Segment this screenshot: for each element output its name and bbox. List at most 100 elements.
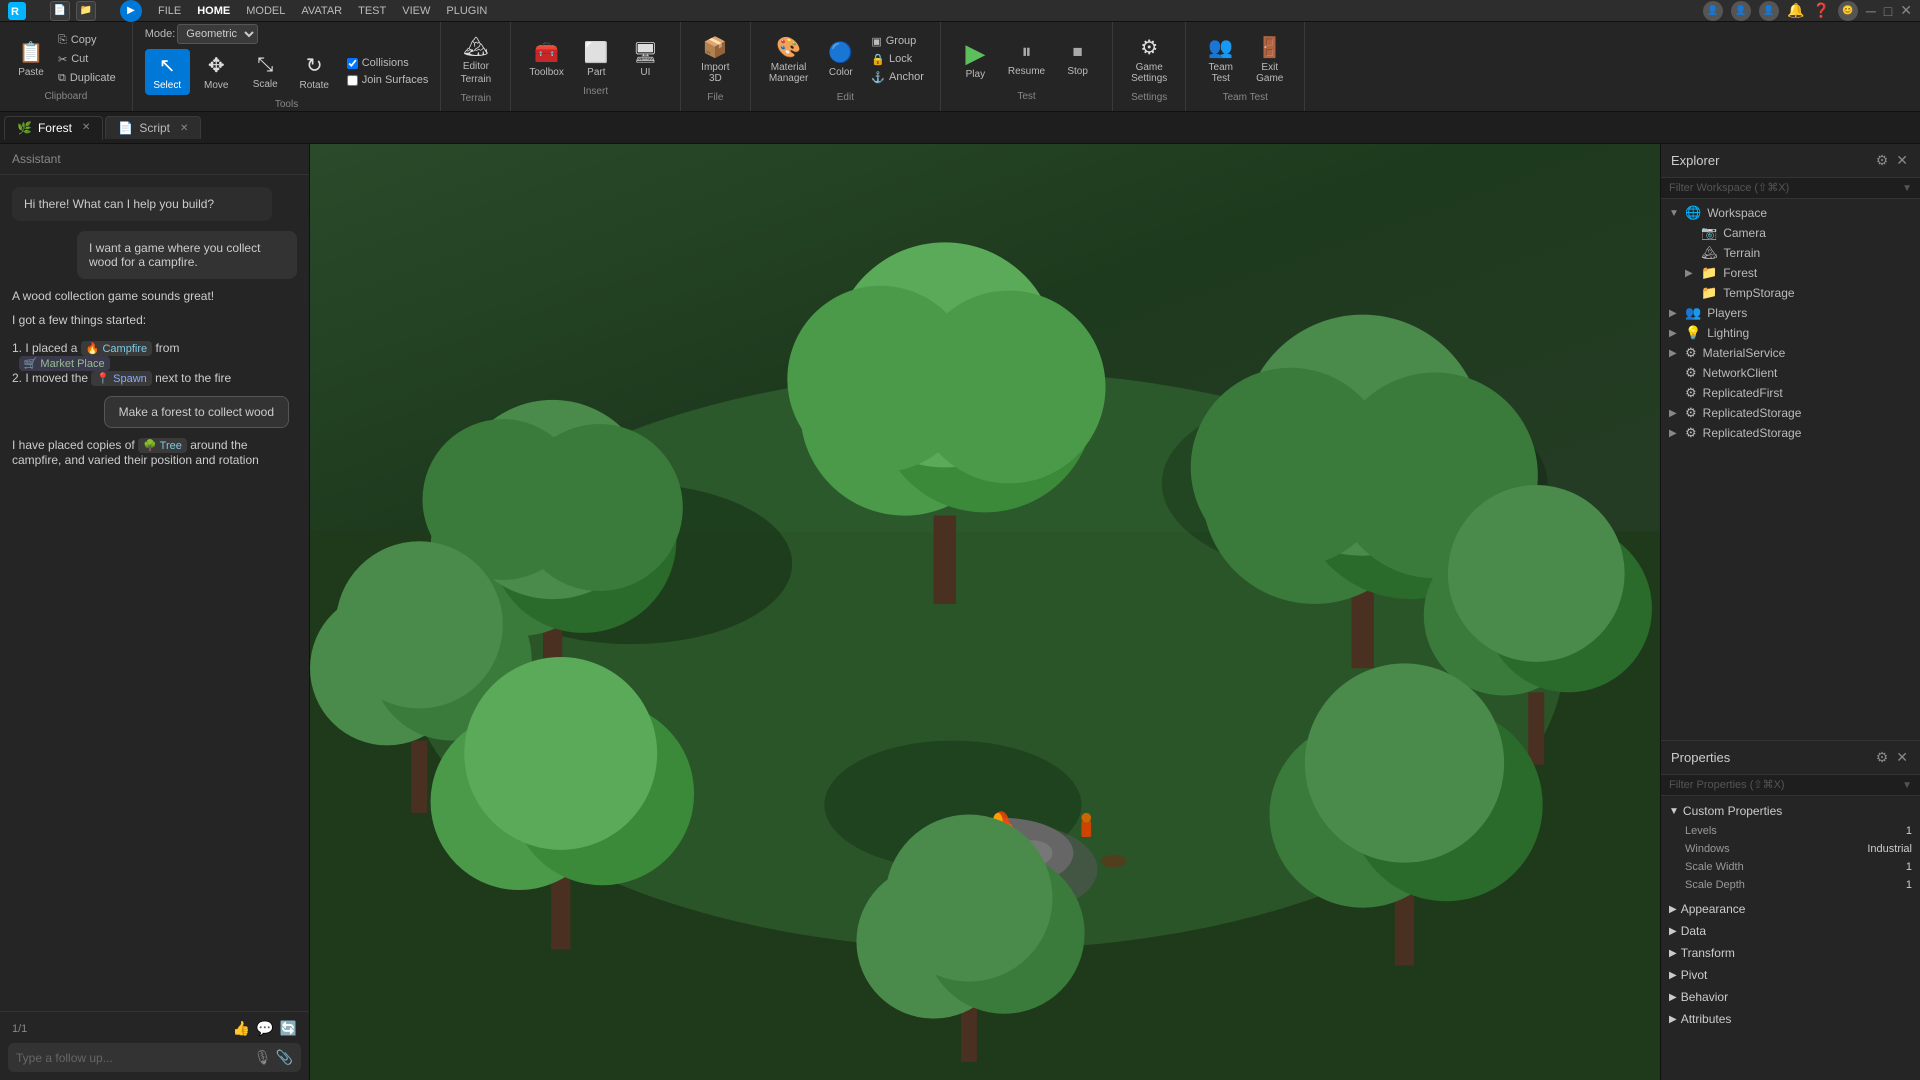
select-button[interactable]: ↖ Select — [145, 49, 190, 95]
clipboard-small-buttons: ⎘ Copy ✂ Cut ⧉ Duplicate — [54, 32, 120, 87]
thumbs-up-button[interactable]: 👍 — [233, 1020, 250, 1037]
prop-windows-val[interactable]: Industrial — [1832, 843, 1912, 855]
tree-forest[interactable]: ▶ 📁 Forest — [1661, 263, 1920, 283]
menu-plugin[interactable]: PLUGIN — [446, 5, 487, 17]
tree-replicatedfirst[interactable]: ⚙ ReplicatedFirst — [1661, 383, 1920, 403]
part-button[interactable]: ⬜ Part — [574, 36, 619, 82]
color-button[interactable]: 🔵 Color — [818, 36, 863, 82]
tree-tag[interactable]: 🌳 Tree — [138, 438, 187, 453]
tree-networkclient[interactable]: ⚙ NetworkClient — [1661, 363, 1920, 383]
suggestion-button[interactable]: Make a forest to collect wood — [104, 396, 289, 428]
properties-close-icon[interactable]: ✕ — [1894, 747, 1910, 768]
group-button[interactable]: ▣ Group — [867, 33, 928, 50]
footer-controls: 1/1 👍 💬 🔄 — [8, 1020, 301, 1037]
explorer-close-icon[interactable]: ✕ — [1894, 150, 1910, 171]
anchor-button[interactable]: ⚓ Anchor — [867, 69, 928, 86]
pivot-section-header[interactable]: ▶ Pivot — [1661, 964, 1920, 986]
play-button[interactable]: ▶ Play — [953, 32, 998, 87]
tree-players[interactable]: ▶ 👥 Players — [1661, 303, 1920, 323]
ui-button[interactable]: 🖥 UI — [623, 36, 668, 82]
prop-windows-row: Windows Industrial — [1661, 840, 1920, 858]
folder-icon[interactable]: 📁 — [76, 1, 96, 21]
help-icon[interactable]: ❓ — [1812, 2, 1829, 19]
viewport[interactable] — [310, 144, 1660, 1080]
appearance-section-header[interactable]: ▶ Appearance — [1661, 898, 1920, 920]
tree-terrain[interactable]: 🏔 Terrain — [1661, 243, 1920, 263]
team-test-button[interactable]: 👥 Team Test — [1198, 31, 1243, 88]
tree-workspace[interactable]: ▼ 🌐 Workspace — [1661, 203, 1920, 223]
menu-file[interactable]: FILE — [158, 5, 181, 17]
menu-model[interactable]: MODEL — [246, 5, 285, 17]
campfire-tag[interactable]: 🔥 Campfire — [81, 341, 152, 356]
menu-avatar[interactable]: AVATAR — [301, 5, 342, 17]
comment-button[interactable]: 💬 — [256, 1020, 273, 1037]
tree-replicatedstorage1[interactable]: ▶ ⚙ ReplicatedStorage — [1661, 403, 1920, 423]
tree-materialservice[interactable]: ▶ ⚙ MaterialService — [1661, 343, 1920, 363]
prop-scalewidth-val[interactable]: 1 — [1832, 861, 1912, 873]
custom-properties-header[interactable]: ▼ Custom Properties — [1661, 800, 1920, 822]
stop-button[interactable]: ⏹ Stop — [1055, 37, 1100, 81]
collisions-checkbox-row[interactable]: Collisions — [347, 55, 429, 71]
marketplace-tag[interactable]: 🛒 Market Place — [19, 356, 110, 371]
tree-tempstorage[interactable]: 📁 TempStorage — [1661, 283, 1920, 303]
window-maximize-icon[interactable]: □ — [1884, 3, 1892, 19]
cut-button[interactable]: ✂ Cut — [54, 51, 120, 68]
copy-button[interactable]: ⎘ Copy — [54, 32, 120, 49]
user-avatar-1[interactable]: 👤 — [1703, 1, 1723, 21]
move-icon: ✥ — [208, 53, 225, 78]
properties-settings-icon[interactable]: ⚙ — [1874, 747, 1891, 768]
menu-home[interactable]: HOME — [197, 5, 230, 17]
behavior-section-header[interactable]: ▶ Behavior — [1661, 986, 1920, 1008]
menu-test[interactable]: TEST — [358, 5, 386, 17]
user-avatar-2[interactable]: 👤 — [1731, 1, 1751, 21]
mic-icon[interactable]: 🎙 — [254, 1049, 272, 1066]
exit-game-button[interactable]: 🚪 Exit Game — [1247, 31, 1292, 88]
replicatedfirst-tree-label: ReplicatedFirst — [1703, 386, 1783, 400]
mode-select[interactable]: Geometric — [177, 24, 258, 44]
user-avatar-3[interactable]: 👤 — [1759, 1, 1779, 21]
prop-scaledepth-val[interactable]: 1 — [1832, 879, 1912, 891]
new-file-icon[interactable]: 📄 — [50, 1, 70, 21]
game-settings-button[interactable]: ⚙ Game Settings — [1125, 31, 1173, 88]
file-label: File — [707, 92, 723, 103]
data-section-header[interactable]: ▶ Data — [1661, 920, 1920, 942]
tab-forest[interactable]: 🌿 Forest ✕ — [4, 116, 103, 140]
join-surfaces-checkbox[interactable] — [347, 75, 358, 86]
lock-button[interactable]: 🔒 Lock — [867, 51, 928, 68]
resume-button[interactable]: ⏸ Resume — [1002, 37, 1051, 81]
window-minimize-icon[interactable]: ─ — [1866, 3, 1876, 19]
run-btn[interactable]: ▶ — [120, 0, 142, 22]
notifications-icon[interactable]: 🔔 — [1787, 2, 1804, 19]
attributes-section-header[interactable]: ▶ Attributes — [1661, 1008, 1920, 1030]
scale-button[interactable]: ⤡ Scale — [243, 50, 288, 94]
import3d-button[interactable]: 📦 Import 3D — [693, 31, 738, 88]
current-user-avatar[interactable]: 😊 — [1838, 1, 1858, 21]
tab-forest-close[interactable]: ✕ — [82, 122, 90, 133]
properties-filter-input[interactable] — [1669, 779, 1902, 791]
attachment-icon[interactable]: 📎 — [276, 1049, 293, 1066]
spawn-tag[interactable]: 📍 Spawn — [91, 371, 151, 386]
window-close-icon[interactable]: ✕ — [1900, 2, 1912, 19]
tree-lighting[interactable]: ▶ 💡 Lighting — [1661, 323, 1920, 343]
chat-input[interactable] — [16, 1051, 248, 1065]
collisions-checkbox[interactable] — [347, 58, 358, 69]
terrain-tree-label: Terrain — [1724, 246, 1761, 260]
paste-button[interactable]: 📋 Paste — [12, 36, 50, 82]
rotate-button[interactable]: ↻ Rotate — [292, 49, 337, 95]
explorer-settings-icon[interactable]: ⚙ — [1874, 150, 1891, 171]
move-button[interactable]: ✥ Move — [194, 49, 239, 95]
tree-replicatedstorage2[interactable]: ▶ ⚙ ReplicatedStorage — [1661, 423, 1920, 443]
tab-script-close[interactable]: ✕ — [180, 123, 188, 134]
transform-section-header[interactable]: ▶ Transform — [1661, 942, 1920, 964]
explorer-filter-input[interactable] — [1669, 182, 1902, 194]
join-surfaces-checkbox-row[interactable]: Join Surfaces — [347, 72, 429, 88]
editor-terrain-button[interactable]: 🏔 Editor Terrain — [453, 30, 498, 89]
prop-levels-val[interactable]: 1 — [1832, 825, 1912, 837]
duplicate-button[interactable]: ⧉ Duplicate — [54, 70, 120, 87]
toolbox-button[interactable]: 🧰 Toolbox — [523, 36, 569, 82]
menu-view[interactable]: VIEW — [402, 5, 430, 17]
tree-camera[interactable]: 📷 Camera — [1661, 223, 1920, 243]
material-manager-button[interactable]: 🎨 Material Manager — [763, 31, 814, 88]
tab-script[interactable]: 📄 Script ✕ — [105, 116, 201, 139]
refresh-button[interactable]: 🔄 — [280, 1020, 297, 1037]
